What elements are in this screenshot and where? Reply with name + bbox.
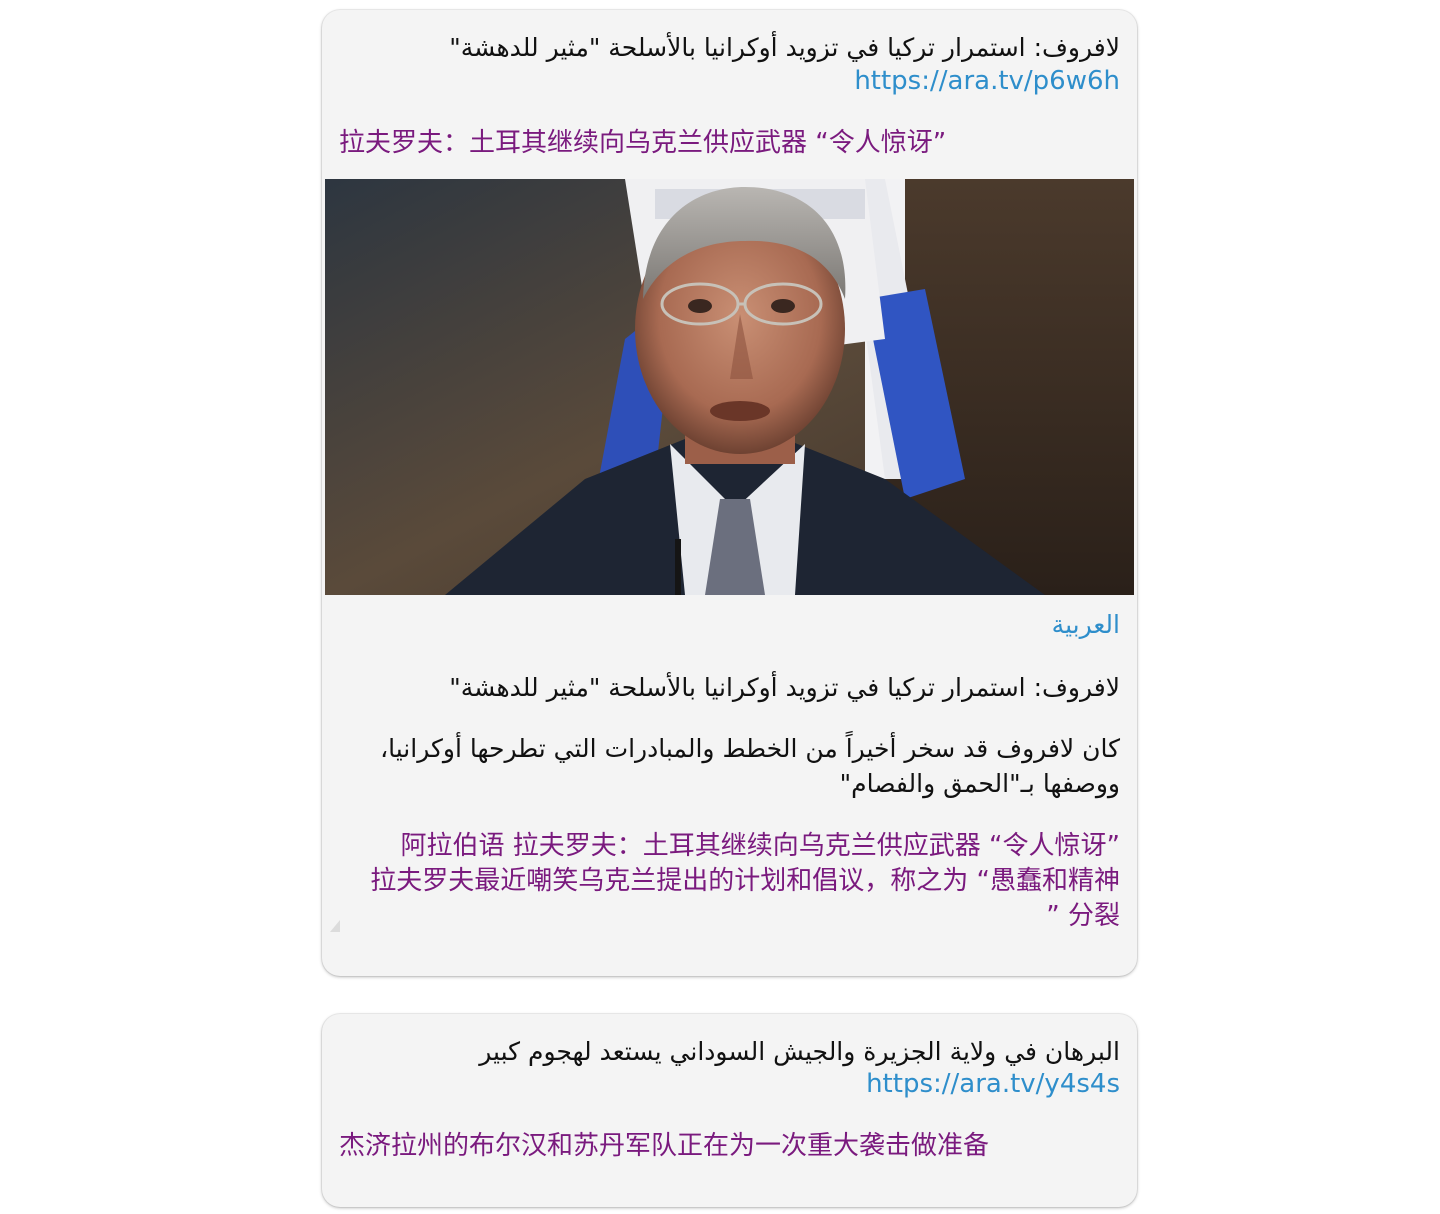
chinese-translation-line: ” 分裂 <box>1046 901 1120 931</box>
message-feed: لافروف: استمرار تركيا في تزويد أوكرانيا … <box>0 0 1440 1214</box>
preview-description: كان لافروف قد سخر أخيراً من الخطط والمبا… <box>380 734 1120 798</box>
chinese-headline: 杰济拉州的布尔汉和苏丹军队正在为一次重大袭击做准备 <box>339 1131 990 1161</box>
resize-corner-icon <box>330 920 340 932</box>
link-preview-image[interactable] <box>325 179 1134 595</box>
preview-site-name[interactable]: العربية <box>322 608 1137 642</box>
chinese-headline: 拉夫罗夫：土耳其继续向乌克兰供应武器 “令人惊讶” <box>339 128 947 158</box>
preview-title: لافروف: استمرار تركيا في تزويد أوكرانيا … <box>449 673 1120 702</box>
message-bubble[interactable]: البرهان في ولاية الجزيرة والجيش السوداني… <box>322 1014 1137 1207</box>
message-bubble[interactable]: لافروف: استمرار تركيا في تزويد أوكرانيا … <box>322 10 1137 976</box>
arabic-headline: البرهان في ولاية الجزيرة والجيش السوداني… <box>479 1037 1120 1066</box>
chinese-translation-line: 阿拉伯语 拉夫罗夫：土耳其继续向乌克兰供应武器 “令人惊讶” <box>400 831 1120 861</box>
arabic-headline: لافروف: استمرار تركيا في تزويد أوكرانيا … <box>449 33 1120 62</box>
article-link[interactable]: https://ara.tv/y4s4s <box>322 1067 1137 1101</box>
chinese-translation-line: 拉夫罗夫最近嘲笑乌克兰提出的计划和倡议，称之为 “愚蠢和精神 <box>370 866 1120 896</box>
article-link[interactable]: https://ara.tv/p6w6h <box>322 64 1137 98</box>
portrait-photo-icon <box>325 179 1134 595</box>
